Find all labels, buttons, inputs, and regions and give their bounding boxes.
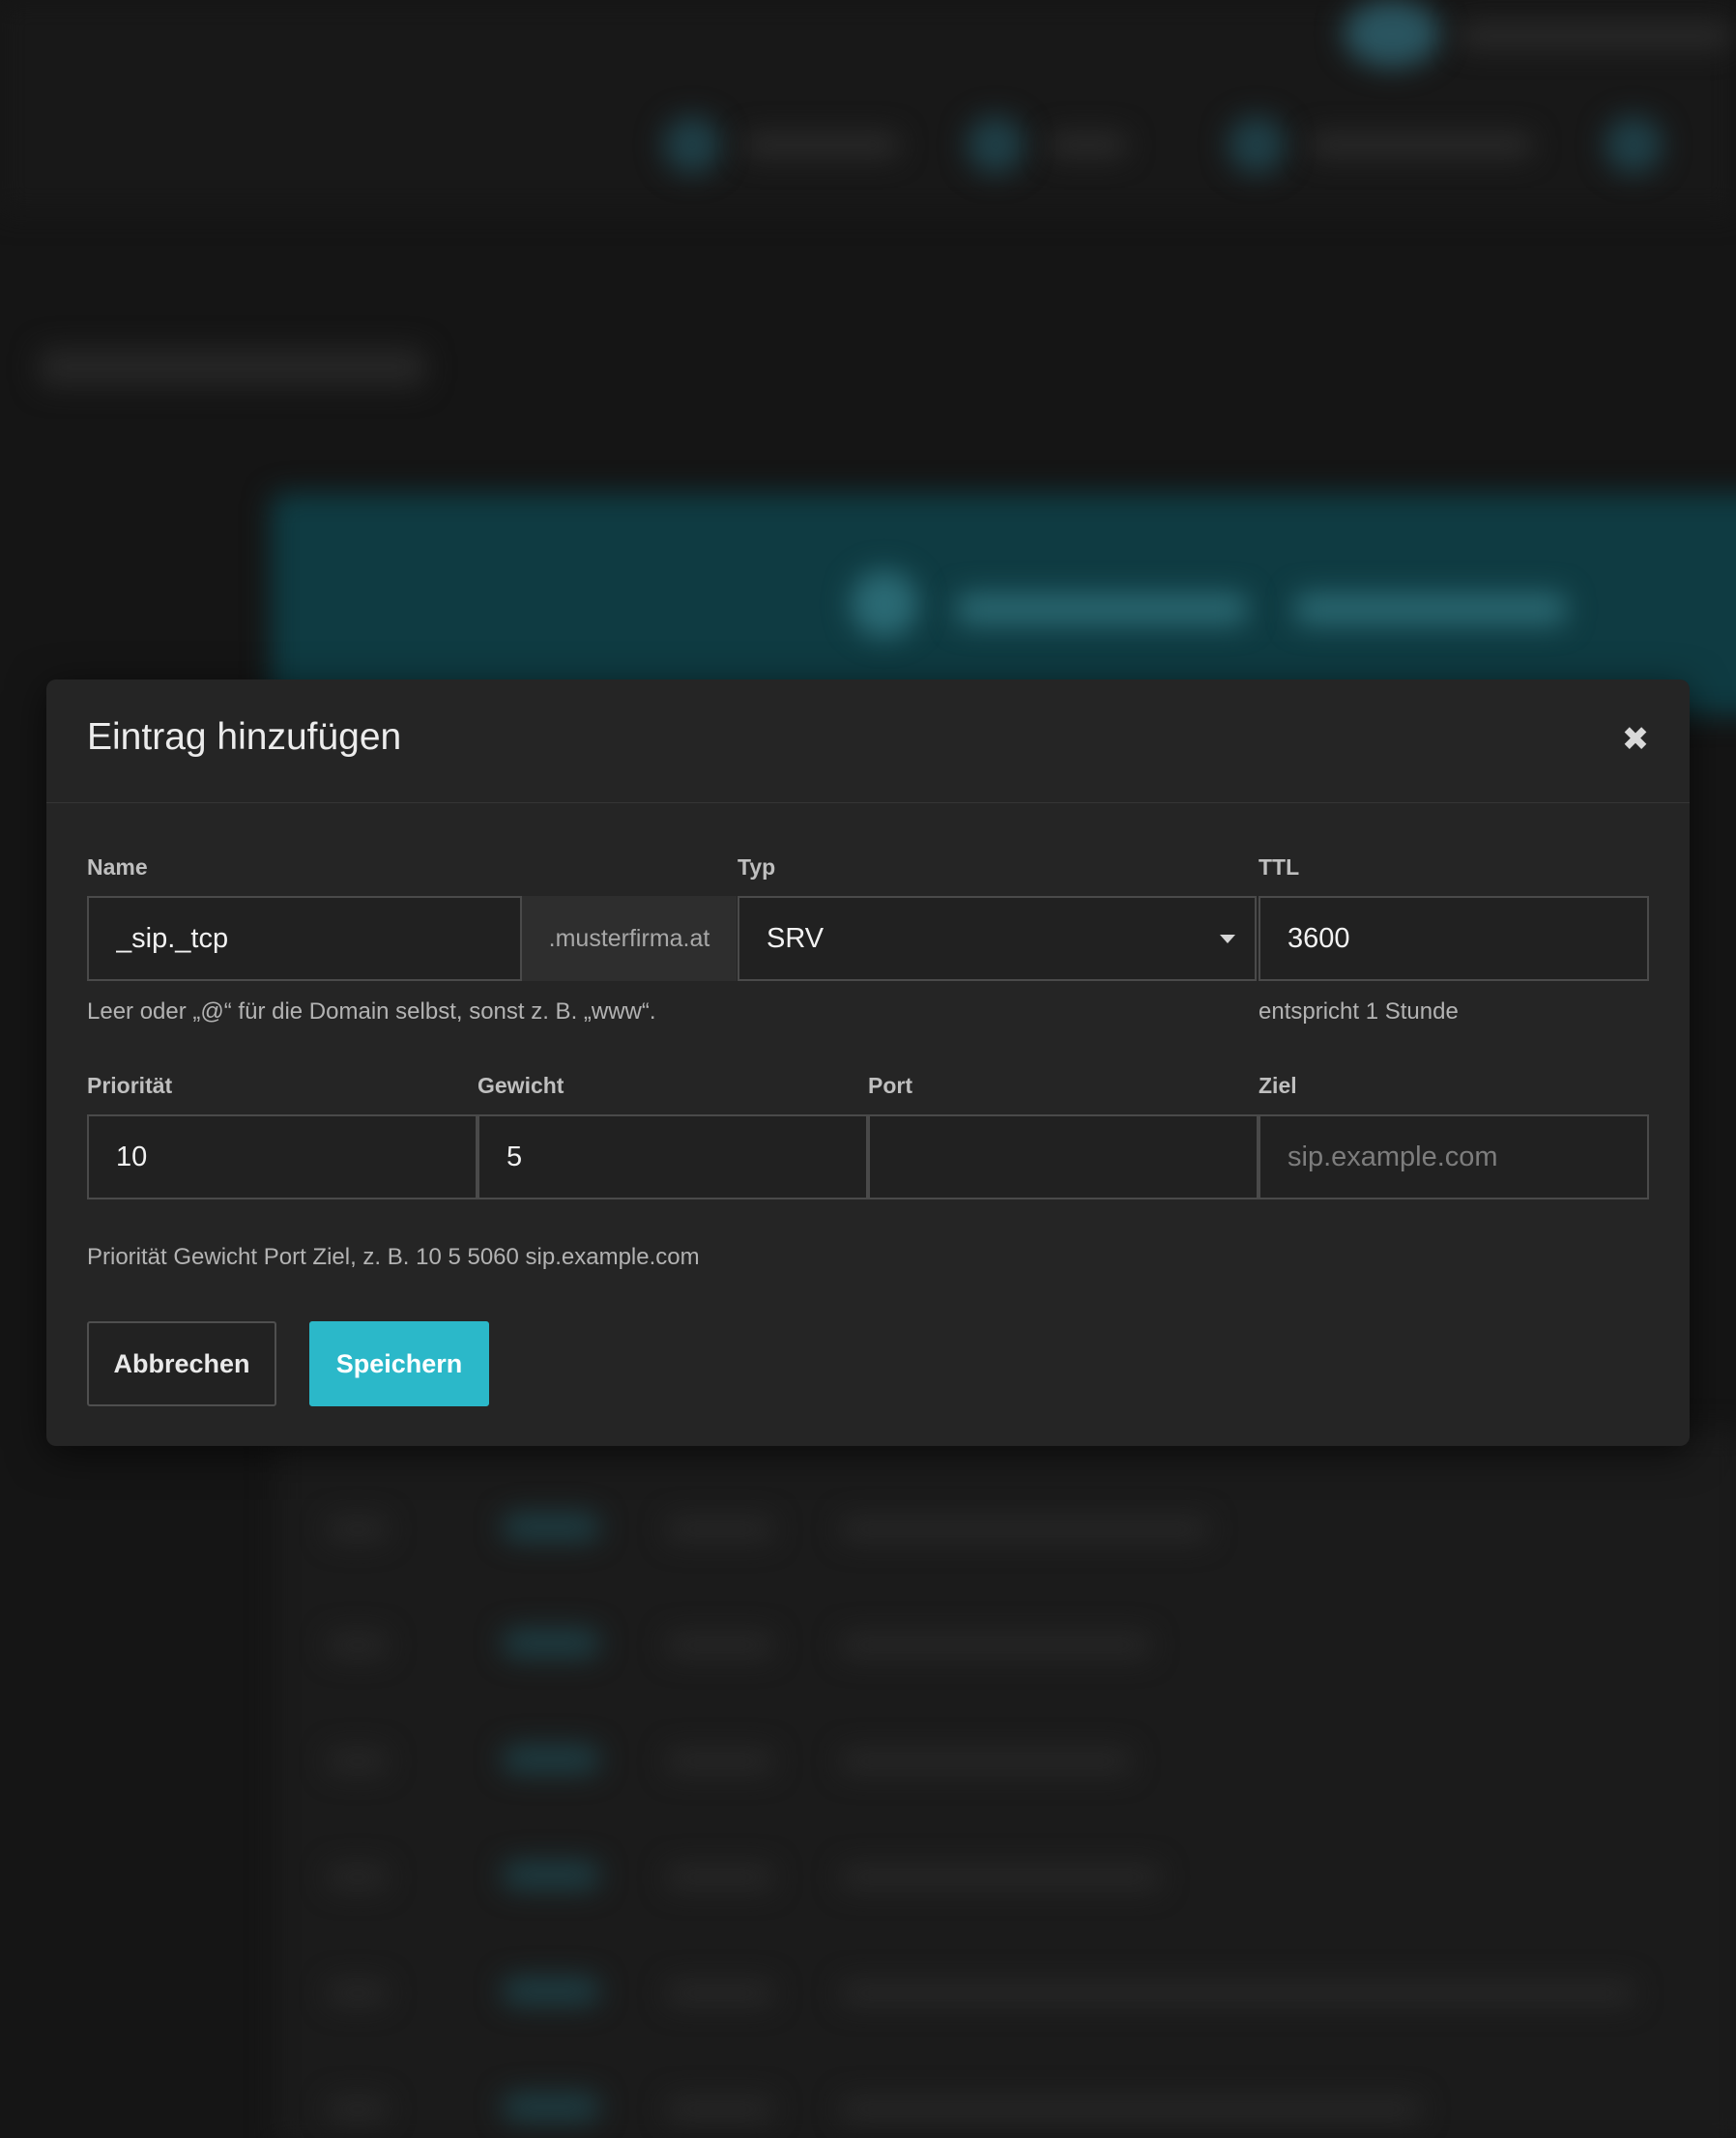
background-row <box>841 1633 1150 1657</box>
background-heading <box>39 348 425 387</box>
background-banner-text <box>957 592 1247 625</box>
priority-label: Priorität <box>87 1073 173 1098</box>
background-row <box>503 1862 599 1889</box>
port-input[interactable] <box>868 1114 1259 1199</box>
dialog-title: Eintrag hinzufügen <box>87 716 402 758</box>
background-row <box>503 2094 599 2121</box>
background-row <box>329 1633 387 1657</box>
background-row <box>329 1517 387 1541</box>
background-nav-icon <box>1228 116 1286 174</box>
background-row <box>503 1746 599 1773</box>
background-banner-icon <box>851 570 918 638</box>
close-icon[interactable]: ✖ <box>1616 720 1655 759</box>
add-record-dialog: Eintrag hinzufügen ✖ Name .musterfirma.a… <box>46 679 1690 1446</box>
target-input[interactable] <box>1259 1114 1649 1199</box>
ttl-input[interactable] <box>1259 896 1649 981</box>
background-row <box>329 1865 387 1889</box>
background-nav-text <box>1049 133 1126 157</box>
background-nav-text <box>744 133 899 157</box>
dialog-header: Eintrag hinzufügen ✖ <box>46 679 1690 803</box>
cancel-button[interactable]: Abbrechen <box>87 1321 276 1406</box>
domain-suffix: .musterfirma.at <box>522 896 737 981</box>
background-row <box>503 1514 599 1541</box>
background-row <box>841 2097 1421 2121</box>
background-nav-icon <box>967 116 1025 174</box>
name-label: Name <box>87 854 148 880</box>
background-row <box>667 1749 773 1773</box>
srv-format-help-text: Priorität Gewicht Port Ziel, z. B. 10 5 … <box>87 1244 700 1270</box>
background-row <box>667 1981 773 2005</box>
background-row <box>503 1978 599 2005</box>
background-avatar <box>1344 0 1440 68</box>
background-row <box>667 1517 773 1541</box>
background-nav-icon <box>1605 116 1663 174</box>
port-label: Port <box>868 1073 912 1098</box>
type-label: Typ <box>738 854 776 880</box>
target-label: Ziel <box>1259 1073 1297 1098</box>
name-help-text: Leer oder „@“ für die Domain selbst, son… <box>87 998 656 1025</box>
background-row <box>329 1749 387 1773</box>
type-select[interactable]: SRV <box>738 896 1257 981</box>
background-row <box>841 1749 1131 1773</box>
priority-input[interactable] <box>87 1114 477 1199</box>
background-row <box>667 2097 773 2121</box>
name-input[interactable] <box>87 896 522 981</box>
save-button[interactable]: Speichern <box>309 1321 489 1406</box>
weight-input[interactable] <box>477 1114 868 1199</box>
ttl-label: TTL <box>1259 854 1300 880</box>
background-row <box>329 2097 387 2121</box>
background-row <box>503 1630 599 1657</box>
background-nav-text <box>1310 133 1532 157</box>
background-row <box>667 1633 773 1657</box>
background-row <box>329 1981 387 2005</box>
background-username <box>1460 23 1730 48</box>
ttl-help-text: entspricht 1 Stunde <box>1259 998 1459 1025</box>
background-row <box>841 1981 1634 2005</box>
background-nav-icon <box>663 116 721 174</box>
chevron-down-icon <box>1220 935 1235 943</box>
weight-label: Gewicht <box>477 1073 564 1098</box>
type-select-value: SRV <box>767 923 825 954</box>
background-banner-text <box>1295 592 1566 625</box>
background-row <box>841 1865 1160 1889</box>
background-row <box>667 1865 773 1889</box>
background-row <box>841 1517 1208 1541</box>
